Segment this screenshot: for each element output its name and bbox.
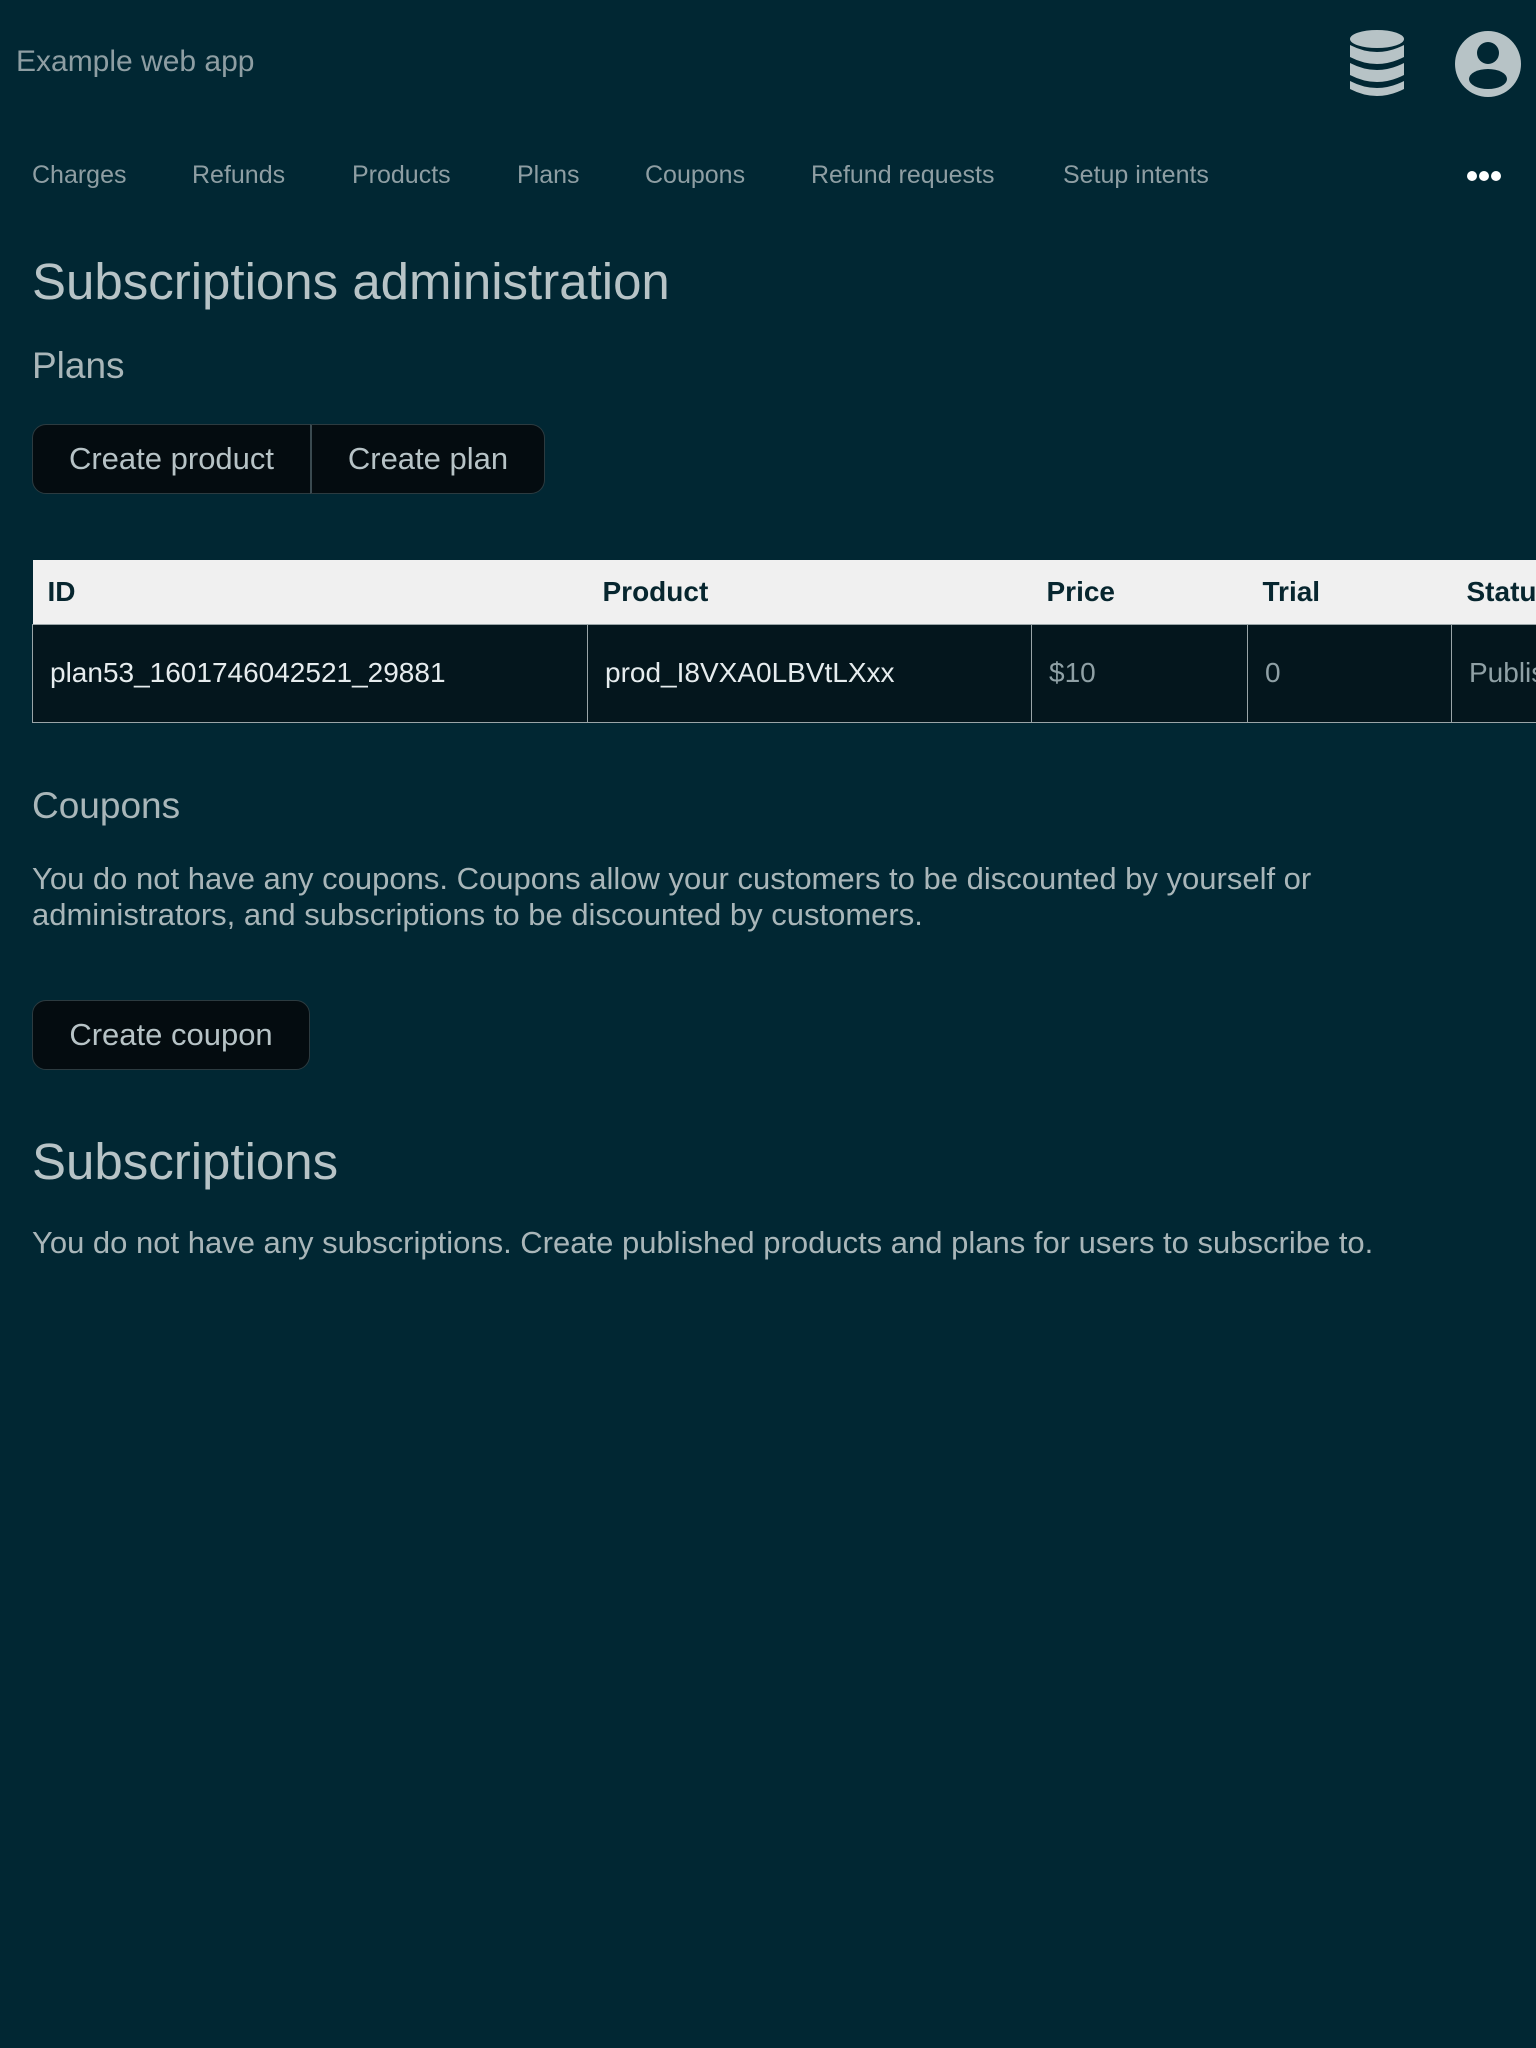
main-navigation: Charges Refunds Products Plans Coupons R… (0, 150, 1536, 200)
user-account-icon[interactable] (1454, 30, 1522, 98)
plan-status-cell: Published (1451, 623, 1536, 723)
column-header-status[interactable]: Status (1451, 560, 1536, 625)
nav-item-refund-requests[interactable]: Refund requests (811, 150, 994, 200)
column-header-product[interactable]: Product (587, 560, 1032, 625)
nav-item-products[interactable]: Products (352, 150, 451, 200)
database-icon[interactable] (1342, 28, 1412, 100)
top-bar: Example web app (0, 0, 1536, 124)
nav-item-plans[interactable]: Plans (517, 150, 580, 200)
nav-item-setup-intents[interactable]: Setup intents (1063, 150, 1209, 200)
coupons-empty-message: You do not have any coupons. Coupons all… (32, 861, 1312, 932)
nav-item-charges[interactable]: Charges (32, 150, 127, 200)
table-row[interactable]: plan53_1601746042521_29881 prod_I8VXA0LB… (32, 623, 1536, 723)
page-title: Subscriptions administration (32, 253, 670, 310)
column-header-trial[interactable]: Trial (1247, 560, 1452, 625)
app-title[interactable]: Example web app (16, 44, 254, 80)
create-coupon-button[interactable]: Create coupon (32, 1000, 310, 1070)
plans-table: ID Product Price Trial Status plan53_160… (32, 560, 1536, 723)
nav-item-coupons[interactable]: Coupons (645, 150, 745, 200)
create-product-button[interactable]: Create product (32, 424, 311, 494)
plan-trial-cell: 0 (1247, 623, 1452, 723)
plan-id-cell[interactable]: plan53_1601746042521_29881 (32, 623, 588, 723)
subscriptions-empty-message: You do not have any subscriptions. Creat… (32, 1225, 1374, 1260)
plans-heading: Plans (32, 345, 125, 386)
column-header-id[interactable]: ID (32, 560, 588, 625)
plan-product-cell[interactable]: prod_I8VXA0LBVtLXxx (587, 623, 1032, 723)
plan-price-cell: $10 (1031, 623, 1248, 723)
column-header-price[interactable]: Price (1031, 560, 1248, 625)
plans-table-container: ID Product Price Trial Status plan53_160… (32, 560, 1536, 724)
nav-item-refunds[interactable]: Refunds (192, 150, 285, 200)
more-horizontal-icon[interactable] (1466, 170, 1502, 182)
create-plan-button[interactable]: Create plan (310, 424, 545, 494)
coupons-heading: Coupons (32, 785, 181, 826)
app-root: Example web app Charges Refunds Products… (0, 0, 1536, 2048)
table-header-row: ID Product Price Trial Status (32, 560, 1536, 625)
subscriptions-heading: Subscriptions (32, 1133, 339, 1190)
